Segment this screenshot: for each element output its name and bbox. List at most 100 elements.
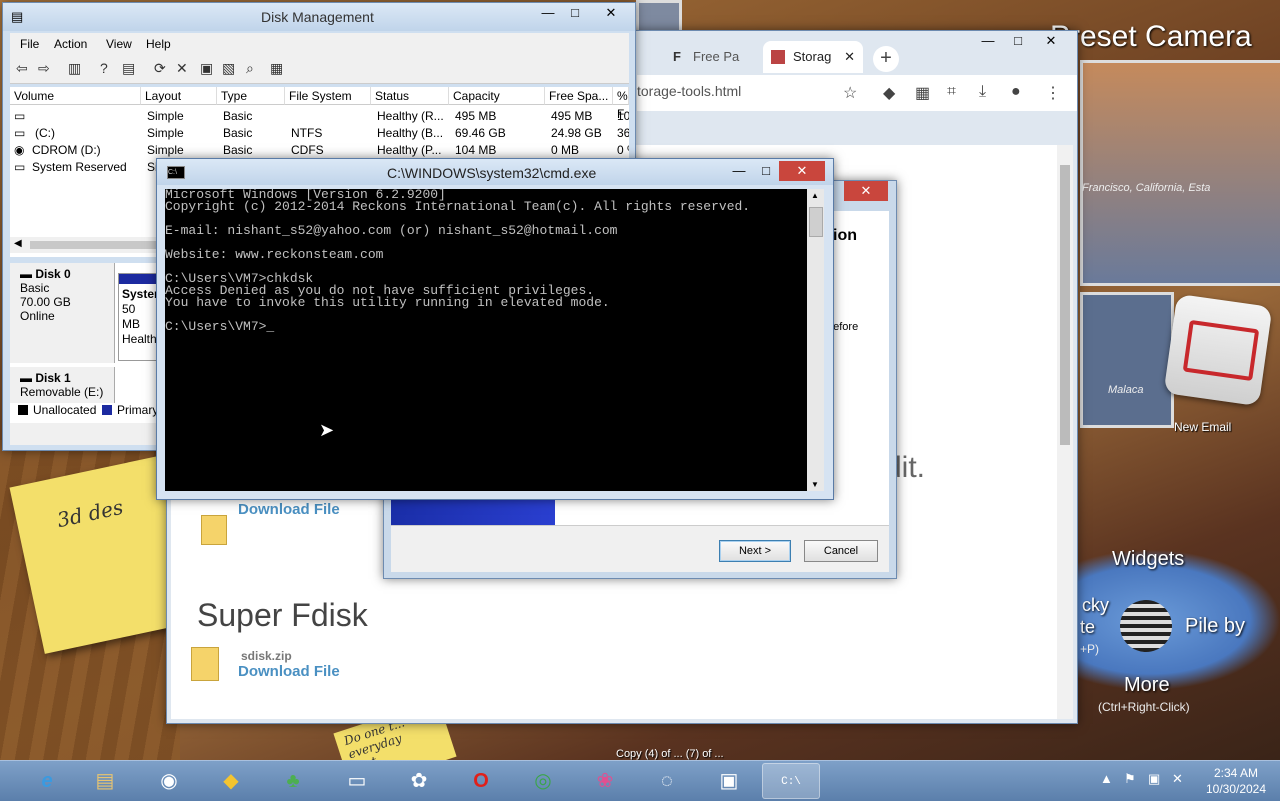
column-header[interactable]: Capacity xyxy=(449,87,545,105)
close-button[interactable]: ✕ xyxy=(844,181,888,201)
close-tab-icon[interactable]: ✕ xyxy=(844,41,855,73)
forward-icon[interactable]: ⇨ xyxy=(38,60,50,77)
menu-view[interactable]: View xyxy=(106,37,132,51)
cancel-button[interactable]: Cancel xyxy=(804,540,878,562)
title-bar[interactable]: ▤ Disk Management — □ ✕ xyxy=(3,3,635,31)
maximize-button[interactable]: □ xyxy=(561,3,589,23)
column-header[interactable]: % F xyxy=(613,87,629,121)
action-center-flag-icon[interactable]: ⚑ xyxy=(1124,771,1136,787)
cmd-taskbar-icon[interactable]: C:\ xyxy=(762,763,820,799)
back-icon[interactable]: ⇦ xyxy=(16,60,28,77)
settings-icon[interactable]: ▦ xyxy=(270,60,283,77)
console-tree-icon[interactable]: ▥ xyxy=(68,60,81,77)
note-partial-label[interactable]: te xyxy=(1080,617,1095,638)
sticky-partial-label[interactable]: cky xyxy=(1082,595,1109,616)
profile-icon[interactable]: ● xyxy=(1011,83,1021,101)
partition-size: 50 MB xyxy=(122,302,140,331)
close-button[interactable]: ✕ xyxy=(591,3,631,23)
app-icon[interactable]: ◉ xyxy=(140,763,198,799)
extension-icon[interactable]: ▦ xyxy=(915,83,930,103)
network-icon[interactable]: ▣ xyxy=(1148,771,1160,787)
app-icon[interactable]: ◌ xyxy=(638,763,696,799)
storage-icon xyxy=(771,50,785,64)
next-button[interactable]: Next > xyxy=(719,540,791,562)
open-icon[interactable]: ▧ xyxy=(222,60,235,77)
close-button[interactable]: ✕ xyxy=(1033,31,1069,51)
volume-muted-icon[interactable]: ✕ xyxy=(1172,771,1183,787)
minimize-button[interactable]: — xyxy=(535,3,561,23)
new-email-icon[interactable] xyxy=(1163,293,1273,407)
help-icon[interactable]: ? xyxy=(100,60,108,76)
drive-icon: ▭ xyxy=(14,126,26,140)
disk-0-label[interactable]: ▬ Disk 0 Basic 70.00 GB Online xyxy=(10,263,115,363)
column-header[interactable]: File System xyxy=(285,87,371,105)
pile-by-label[interactable]: Pile by xyxy=(1185,615,1245,638)
clock[interactable]: 2:34 AM 10/30/2024 xyxy=(1196,765,1276,797)
search-icon[interactable]: ⌕ xyxy=(246,60,254,77)
page-scrollbar[interactable] xyxy=(1057,145,1073,719)
new-tab-button[interactable]: + xyxy=(873,46,899,72)
widgets-disc-icon[interactable] xyxy=(1120,600,1172,652)
check-icon[interactable]: ▣ xyxy=(200,60,213,77)
scroll-down-icon[interactable]: ▼ xyxy=(811,480,819,489)
close-button[interactable]: ✕ xyxy=(779,161,825,181)
cmd-output[interactable]: Microsoft Windows [Version 6.2.9200] Cop… xyxy=(165,189,807,491)
app-icon[interactable]: ◆ xyxy=(202,763,260,799)
column-header[interactable]: Status xyxy=(371,87,449,105)
shortcut-partial-label: +P) xyxy=(1080,642,1100,656)
column-header[interactable]: Volume xyxy=(10,87,141,105)
new-email-label[interactable]: New Email xyxy=(1174,420,1231,434)
more-label[interactable]: More xyxy=(1124,674,1170,697)
internet-explorer-icon[interactable]: e xyxy=(18,763,76,799)
opera-icon[interactable]: O xyxy=(452,763,510,799)
download-icon[interactable]: ⤓ xyxy=(979,83,986,101)
app-icon[interactable]: ▭ xyxy=(328,763,386,799)
menu-help[interactable]: Help xyxy=(146,37,171,51)
file-explorer-icon[interactable]: ▤ xyxy=(76,763,134,799)
crop-icon[interactable]: ⌗ xyxy=(947,83,956,101)
tab-free-page[interactable]: F Free Pa xyxy=(667,41,759,73)
drive-icon: ▭ xyxy=(14,160,26,174)
properties-icon[interactable]: ▤ xyxy=(122,60,135,77)
bookmark-star-icon[interactable]: ☆ xyxy=(843,83,857,103)
preset-camera-label[interactable]: Preset Camera xyxy=(1050,20,1252,54)
partition-system-reserved[interactable]: Syster 50 MB Health xyxy=(118,273,160,361)
minimize-button[interactable]: — xyxy=(973,31,1003,51)
chrome-icon[interactable]: ◎ xyxy=(514,763,572,799)
menu-file[interactable]: File xyxy=(20,37,39,51)
tab-storage[interactable]: Storag ✕ xyxy=(763,41,863,73)
refresh-icon[interactable]: ⟳ xyxy=(154,60,166,77)
photo-frame[interactable] xyxy=(1080,292,1174,428)
delete-icon[interactable]: ✕ xyxy=(176,60,188,77)
menu-icon[interactable]: ⋮ xyxy=(1045,83,1061,103)
menu-action[interactable]: Action xyxy=(54,37,87,51)
column-header[interactable]: Layout xyxy=(141,87,217,105)
maximize-button[interactable]: □ xyxy=(1003,31,1033,51)
copy-status: Copy (4) of ... (7) of ... xyxy=(616,748,724,760)
scroll-up-icon[interactable]: ▲ xyxy=(811,191,819,200)
download-link[interactable]: Download File xyxy=(238,501,340,518)
title-bar[interactable]: C:\ C:\WINDOWS\system32\cmd.exe — □ ✕ xyxy=(157,159,833,185)
scroll-left-icon[interactable]: ◀ xyxy=(14,238,22,249)
widgets-label[interactable]: Widgets xyxy=(1112,548,1184,571)
disk-1-label[interactable]: ▬ Disk 1 Removable (E:) xyxy=(10,367,115,403)
tab-label: Free Pa xyxy=(693,49,740,64)
download-link[interactable]: Download File xyxy=(238,663,340,680)
minimize-button[interactable]: — xyxy=(725,161,753,181)
unallocated-swatch xyxy=(18,405,28,415)
app-icon[interactable]: ✿ xyxy=(390,763,448,799)
menu-bar: File Action View Help xyxy=(10,33,629,55)
cmd-scrollbar[interactable]: ▲ ▼ xyxy=(807,189,824,491)
app-icon[interactable]: ❀ xyxy=(576,763,634,799)
column-header[interactable]: Type xyxy=(217,87,285,105)
cell-pct: 36 xyxy=(617,126,629,140)
zip-file-icon xyxy=(201,515,227,545)
show-hidden-icons-icon[interactable]: ▲ xyxy=(1100,771,1113,786)
app-icon[interactable]: ▣ xyxy=(700,763,758,799)
extension-icon[interactable]: ◆ xyxy=(883,83,895,103)
photo-frame[interactable] xyxy=(1080,60,1280,286)
app-icon[interactable]: ♣ xyxy=(264,763,322,799)
cell-layout: Simple xyxy=(147,126,184,140)
maximize-button[interactable]: □ xyxy=(753,161,779,181)
column-header[interactable]: Free Spa... xyxy=(545,87,613,105)
